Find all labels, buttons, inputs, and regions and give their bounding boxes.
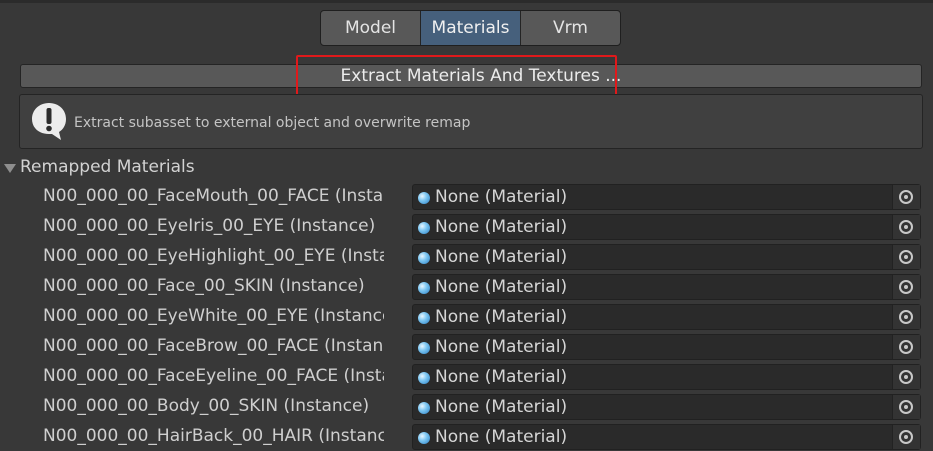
material-field-value: None (Material) [435,427,568,447]
material-object-field[interactable]: None (Material) [412,304,921,330]
material-sphere-icon [418,222,430,234]
target-picker-icon[interactable] [899,280,913,294]
material-name: N00_000_00_FaceEyeline_00_FACE (Instance… [43,366,384,386]
material-field-value: None (Material) [435,187,568,207]
material-sphere-icon [418,282,430,294]
inspector-top-border [0,0,933,3]
material-row: N00_000_00_Face_00_SKIN (Instance) None … [0,273,933,301]
material-object-field[interactable]: None (Material) [412,274,921,300]
material-object-field[interactable]: None (Material) [412,394,921,420]
material-field-value: None (Material) [435,397,568,417]
target-picker-icon[interactable] [899,310,913,324]
object-picker-button[interactable] [892,245,920,269]
material-object-field[interactable]: None (Material) [412,184,921,210]
material-object-field[interactable]: None (Material) [412,244,921,270]
material-row: N00_000_00_EyeIris_00_EYE (Instance) Non… [0,213,933,241]
foldout-arrow-icon[interactable] [4,163,16,173]
material-sphere-icon [418,372,430,384]
material-object-field[interactable]: None (Material) [412,364,921,390]
target-picker-icon[interactable] [899,190,913,204]
info-icon [32,103,66,140]
material-row: N00_000_00_HairBack_00_HAIR (Instance) N… [0,423,933,451]
material-object-field[interactable]: None (Material) [412,424,921,450]
target-picker-icon[interactable] [899,340,913,354]
material-sphere-icon [418,192,430,204]
material-object-field[interactable]: None (Material) [412,334,921,360]
object-picker-button[interactable] [892,305,920,329]
object-picker-button[interactable] [892,185,920,209]
object-picker-button[interactable] [892,215,920,239]
material-field-value: None (Material) [435,247,568,267]
target-picker-icon[interactable] [899,250,913,264]
object-picker-button[interactable] [892,395,920,419]
remapped-materials-foldout[interactable]: Remapped Materials [4,157,195,177]
target-picker-icon[interactable] [899,370,913,384]
help-box: Extract subasset to external object and … [19,94,923,149]
material-name: N00_000_00_EyeHighlight_00_EYE (Instance… [43,246,384,266]
material-field-value: None (Material) [435,217,568,237]
material-sphere-icon [418,342,430,354]
material-field-value: None (Material) [435,307,568,327]
material-name: N00_000_00_FaceBrow_00_FACE (Instance) [43,336,384,356]
material-row: N00_000_00_FaceEyeline_00_FACE (Instance… [0,363,933,391]
material-name: N00_000_00_EyeWhite_00_EYE (Instance) [43,306,384,326]
object-picker-button[interactable] [892,335,920,359]
material-row: N00_000_00_Body_00_SKIN (Instance) None … [0,393,933,421]
material-sphere-icon [418,312,430,324]
material-sphere-icon [418,402,430,414]
tab-vrm[interactable]: Vrm [521,11,620,45]
object-picker-button[interactable] [892,365,920,389]
tab-materials[interactable]: Materials [421,11,521,45]
help-message: Extract subasset to external object and … [74,115,471,131]
foldout-label: Remapped Materials [20,157,195,177]
material-row: N00_000_00_EyeHighlight_00_EYE (Instance… [0,243,933,271]
material-name: N00_000_00_Body_00_SKIN (Instance) [43,396,370,416]
material-row: N00_000_00_EyeWhite_00_EYE (Instance) No… [0,303,933,331]
extract-materials-button[interactable]: Extract Materials And Textures ... [20,64,922,88]
object-picker-button[interactable] [892,275,920,299]
material-sphere-icon [418,252,430,264]
material-sphere-icon [418,432,430,444]
importer-tab-bar: Model Materials Vrm [320,10,621,46]
material-field-value: None (Material) [435,367,568,387]
material-object-field[interactable]: None (Material) [412,214,921,240]
target-picker-icon[interactable] [899,220,913,234]
object-picker-button[interactable] [892,425,920,449]
material-name: N00_000_00_FaceMouth_00_FACE (Instance) [43,186,384,206]
material-row: N00_000_00_FaceBrow_00_FACE (Instance) N… [0,333,933,361]
material-row: N00_000_00_FaceMouth_00_FACE (Instance) … [0,183,933,211]
material-name: N00_000_00_HairBack_00_HAIR (Instance) [43,426,384,446]
material-field-value: None (Material) [435,277,568,297]
target-picker-icon[interactable] [899,430,913,444]
material-name: N00_000_00_EyeIris_00_EYE (Instance) [43,216,376,236]
target-picker-icon[interactable] [899,400,913,414]
tab-model[interactable]: Model [321,11,421,45]
material-field-value: None (Material) [435,337,568,357]
material-name: N00_000_00_Face_00_SKIN (Instance) [43,276,365,296]
